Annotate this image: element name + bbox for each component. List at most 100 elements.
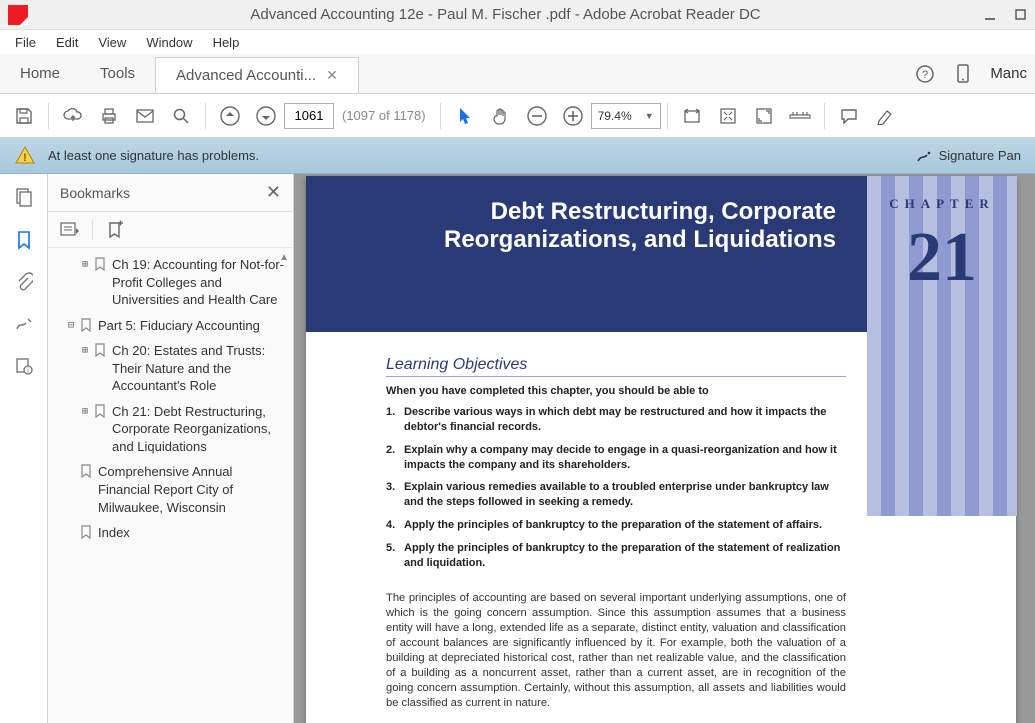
print-icon[interactable] (91, 98, 127, 134)
close-tab-icon[interactable]: ✕ (326, 67, 338, 84)
learning-objectives-intro: When you have completed this chapter, yo… (386, 385, 846, 397)
warning-icon: ! (14, 145, 36, 167)
acrobat-app-icon (8, 5, 28, 25)
bookmarks-tree[interactable]: ▲ ⊞ Ch 19: Accounting for Not-for-Profit … (48, 248, 293, 723)
bookmark-item[interactable]: ⊟ Part 5: Fiduciary Accounting (52, 313, 289, 339)
learning-objectives-list: 1.Describe various ways in which debt ma… (386, 405, 846, 571)
tab-document[interactable]: Advanced Accounti... ✕ (155, 57, 359, 93)
learning-objective-item: 2.Explain why a company may decide to en… (386, 443, 846, 473)
tab-tools[interactable]: Tools (80, 54, 155, 93)
read-mode-icon[interactable] (782, 98, 818, 134)
bookmark-item[interactable]: ⊞ Ch 20: Estates and Trusts: Their Nature… (52, 338, 289, 399)
expander-icon[interactable]: ⊞ (80, 258, 90, 272)
bookmark-ribbon-icon (80, 464, 94, 478)
window-titlebar: Advanced Accounting 12e - Paul M. Fische… (0, 0, 1035, 30)
page-number-input[interactable] (284, 103, 334, 129)
learning-objective-item: 3.Explain various remedies available to … (386, 480, 846, 510)
pdf-page: Debt Restructuring, Corporate Reorganiza… (306, 176, 1016, 723)
toolbar: (1097 of 1178) 79.4% ▼ (0, 94, 1035, 138)
expander-icon[interactable]: ⊞ (80, 405, 90, 419)
bookmark-ribbon-icon (94, 343, 108, 357)
cloud-share-icon[interactable] (55, 98, 91, 134)
tabs-row: Home Tools Advanced Accounti... ✕ ? Manc (0, 54, 1035, 94)
fullscreen-icon[interactable] (746, 98, 782, 134)
learning-objectives-heading: Learning Objectives (386, 356, 846, 377)
zoom-value: 79.4% (598, 109, 632, 123)
menu-window[interactable]: Window (137, 33, 201, 52)
signature-banner: ! At least one signature has problems. S… (0, 138, 1035, 174)
comment-icon[interactable] (831, 98, 867, 134)
new-bookmark-icon[interactable] (103, 218, 127, 242)
chevron-down-icon: ▼ (645, 111, 654, 121)
bookmark-ribbon-icon (80, 525, 94, 539)
bookmarks-icon[interactable] (12, 228, 36, 252)
save-icon[interactable] (6, 98, 42, 134)
next-page-icon[interactable] (248, 98, 284, 134)
chapter-label: CHAPTER (867, 196, 1017, 212)
bookmark-label: Ch 19: Accounting for Not-for-Profit Col… (112, 256, 285, 309)
help-icon[interactable]: ? (906, 54, 944, 93)
left-icon-strip: i (0, 174, 48, 723)
email-icon[interactable] (127, 98, 163, 134)
document-view[interactable]: Debt Restructuring, Corporate Reorganiza… (294, 174, 1035, 723)
bookmark-label: Index (98, 524, 285, 542)
highlight-icon[interactable] (867, 98, 903, 134)
layers-icon[interactable]: i (12, 354, 36, 378)
chapter-number: 21 (867, 218, 1017, 298)
learning-objective-item: 1.Describe various ways in which debt ma… (386, 405, 846, 435)
bookmark-label: Ch 20: Estates and Trusts: Their Nature … (112, 342, 285, 395)
tab-document-label: Advanced Accounti... (176, 67, 316, 84)
svg-text:?: ? (922, 69, 928, 81)
prev-page-icon[interactable] (212, 98, 248, 134)
menu-help[interactable]: Help (204, 33, 249, 52)
close-panel-icon[interactable]: ✕ (266, 182, 281, 203)
page-body: Learning Objectives When you have comple… (306, 332, 1016, 723)
body-paragraph: The principles of accounting are based o… (386, 591, 846, 712)
learning-objective-item: 5.Apply the principles of bankruptcy to … (386, 541, 846, 571)
bookmark-item[interactable]: Index (52, 520, 289, 546)
expander-icon[interactable]: ⊟ (66, 319, 76, 333)
bookmark-item[interactable]: ⊞ Ch 19: Accounting for Not-for-Profit Co… (52, 252, 289, 313)
signature-panel-button[interactable]: Signature Pan (915, 147, 1021, 165)
thumbnails-icon[interactable] (12, 186, 36, 210)
expander-icon[interactable]: ⊞ (80, 344, 90, 358)
svg-text:!: ! (23, 152, 27, 164)
zoom-select[interactable]: 79.4% ▼ (591, 103, 661, 129)
bookmark-ribbon-icon (94, 257, 108, 271)
bookmark-item[interactable]: ⊞ Ch 21: Debt Restructuring, Corporate Re… (52, 399, 289, 460)
scroll-up-icon[interactable]: ▲ (279, 252, 289, 263)
maximize-button[interactable] (1005, 3, 1035, 27)
page-header-band: Debt Restructuring, Corporate Reorganiza… (306, 176, 1016, 332)
menu-file[interactable]: File (6, 33, 45, 52)
learning-objective-item: 4.Apply the principles of bankruptcy to … (386, 518, 846, 533)
bookmark-label: Ch 21: Debt Restructuring, Corporate Reo… (112, 403, 285, 456)
signature-panel-label: Signature Pan (939, 148, 1021, 163)
chapter-title: Debt Restructuring, Corporate Reorganiza… (444, 198, 836, 254)
hand-tool-icon[interactable] (483, 98, 519, 134)
banner-message: At least one signature has problems. (48, 148, 915, 163)
bookmarks-options-icon[interactable] (58, 218, 82, 242)
bookmark-label: Comprehensive Annual Financial Report Ci… (98, 463, 285, 516)
menu-view[interactable]: View (89, 33, 135, 52)
fit-width-icon[interactable] (674, 98, 710, 134)
sign-in-link[interactable]: Manc (982, 54, 1035, 93)
signatures-icon[interactable] (12, 312, 36, 336)
main-area: i Bookmarks ✕ ▲ ⊞Ch 19: Accounting for N… (0, 174, 1035, 723)
attachments-icon[interactable] (12, 270, 36, 294)
bookmark-item[interactable]: Comprehensive Annual Financial Report Ci… (52, 459, 289, 520)
bookmark-label: Part 5: Fiduciary Accounting (98, 317, 285, 335)
bookmarks-toolbar (48, 212, 293, 248)
menubar: File Edit View Window Help (0, 30, 1035, 54)
zoom-in-icon[interactable] (555, 98, 591, 134)
window-title: Advanced Accounting 12e - Paul M. Fische… (36, 6, 975, 23)
fit-page-icon[interactable] (710, 98, 746, 134)
selection-tool-icon[interactable] (447, 98, 483, 134)
mobile-link-icon[interactable] (944, 54, 982, 93)
menu-edit[interactable]: Edit (47, 33, 87, 52)
search-icon[interactable] (163, 98, 199, 134)
tab-home[interactable]: Home (0, 54, 80, 93)
bookmark-ribbon-icon (94, 404, 108, 418)
minimize-button[interactable] (975, 3, 1005, 27)
pen-icon (915, 147, 933, 165)
zoom-out-icon[interactable] (519, 98, 555, 134)
